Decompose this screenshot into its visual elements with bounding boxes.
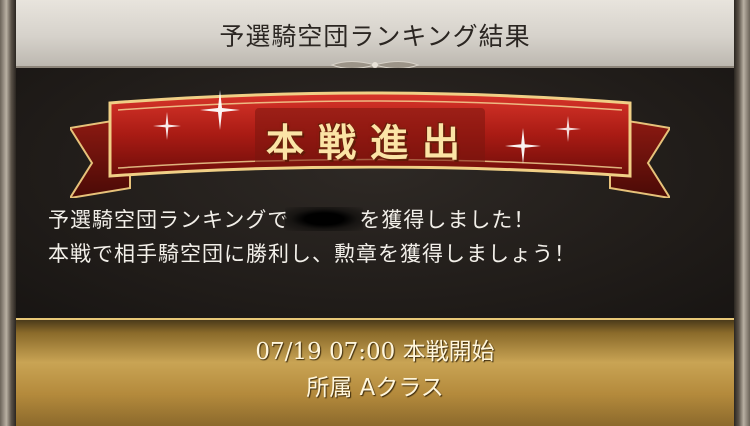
- schedule-panel: 07/19 07:00 本戦開始 所属 Aクラス: [16, 318, 734, 426]
- result-message: 予選騎空団ランキングで を獲得しました！ 本戦で相手騎空団に勝利し、勲章を獲得しま…: [48, 203, 708, 271]
- sparkle-icon: [200, 90, 240, 130]
- dialog-frame-right: [734, 0, 750, 426]
- main-battle-start: 07/19 07:00 本戦開始: [255, 339, 495, 365]
- sparkle-icon: [505, 128, 541, 164]
- dialog-frame-left: [0, 0, 16, 426]
- dialog-title: 予選騎空団ランキング結果: [219, 22, 531, 51]
- sparkle-icon: [555, 116, 581, 142]
- class-label: 所属 Aクラス: [306, 375, 444, 401]
- message-line-1-end: を獲得しました！: [359, 208, 536, 232]
- redacted-rank: [285, 207, 364, 231]
- ranking-result-dialog: 予選騎空団ランキング結果 本戦進出 予選騎空団ランキングで を獲得しました！ 本…: [0, 0, 750, 426]
- message-line-2: 本戦で相手騎空団に勝利し、勲章を獲得しましょう！: [48, 242, 576, 266]
- advance-banner: 本戦進出: [67, 88, 673, 200]
- message-line-1-start: 予選騎空団ランキングで: [48, 208, 290, 232]
- sparkle-icon: [153, 112, 181, 140]
- message-line-1: 予選騎空団ランキングで を獲得しました！: [48, 203, 708, 237]
